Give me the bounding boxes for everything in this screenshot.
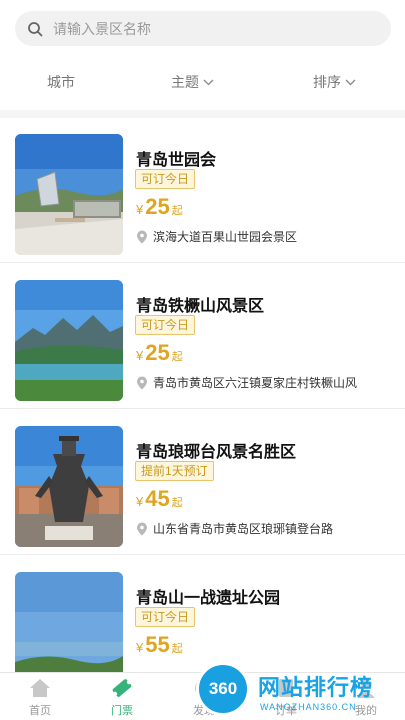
filter-city-label: 城市 xyxy=(47,74,75,90)
currency-symbol: ¥ xyxy=(136,348,144,363)
location-pin-icon xyxy=(137,376,147,389)
list-item[interactable]: 青岛铁橛山风景区 可订今日 ¥ 25 起 青岛市黄岛区六汪镇夏家庄村铁橛山风 xyxy=(0,264,405,409)
tab-tickets-label: 门票 xyxy=(111,705,133,717)
price: ¥ 55 起 xyxy=(136,632,183,658)
price-value: 25 xyxy=(145,340,170,365)
price: ¥ 25 起 xyxy=(136,194,183,220)
currency-symbol: ¥ xyxy=(136,202,144,217)
currency-symbol: ¥ xyxy=(136,494,144,509)
chevron-down-icon xyxy=(345,79,356,85)
address-text: 滨海大道百果山世园会景区 xyxy=(153,230,298,244)
watermark-logo: 360 xyxy=(196,662,250,716)
spot-title: 青岛世园会 xyxy=(136,152,217,169)
price-unit: 起 xyxy=(171,351,183,363)
search-icon xyxy=(28,21,43,36)
site-watermark: 360 网站排行榜 WANGZHAN360.CN xyxy=(196,658,405,720)
search-bar[interactable] xyxy=(15,11,391,46)
ticket-icon xyxy=(112,679,132,697)
list-item[interactable]: 青岛世园会 可订今日 ¥ 25 起 滨海大道百果山世园会景区 xyxy=(0,118,405,263)
tab-home[interactable]: 首页 xyxy=(10,677,70,718)
tab-home-label: 首页 xyxy=(29,705,51,717)
spot-image xyxy=(15,134,123,255)
filter-theme[interactable]: 主题 xyxy=(171,72,214,92)
price-unit: 起 xyxy=(171,205,183,217)
tab-tickets[interactable]: 门票 xyxy=(92,677,152,718)
filter-sort-label: 排序 xyxy=(313,74,341,90)
price-unit: 起 xyxy=(171,497,183,509)
booking-tag: 提前1天预订 xyxy=(135,461,214,481)
spot-image xyxy=(15,280,123,401)
spot-title: 青岛琅琊台风景名胜区 xyxy=(136,444,297,461)
divider xyxy=(0,408,405,409)
location-pin-icon xyxy=(137,230,147,243)
booking-tag: 可订今日 xyxy=(135,315,196,335)
price: ¥ 25 起 xyxy=(136,340,183,366)
address: 青岛市黄岛区六汪镇夏家庄村铁橛山风 xyxy=(136,374,357,391)
filter-city[interactable]: 城市 xyxy=(47,72,75,92)
booking-tag: 可订今日 xyxy=(135,607,196,627)
location-pin-icon xyxy=(137,522,147,535)
watermark-text: 网站排行榜 xyxy=(258,675,374,700)
address-text: 青岛市黄岛区六汪镇夏家庄村铁橛山风 xyxy=(153,376,358,390)
price-value: 55 xyxy=(145,632,170,657)
list-item[interactable]: 青岛琅琊台风景名胜区 提前1天预订 ¥ 45 起 山东省青岛市黄岛区琅琊镇登台路 xyxy=(0,410,405,555)
filter-bar: 城市 主题 排序 xyxy=(0,64,405,98)
spot-title: 青岛铁橛山风景区 xyxy=(136,298,265,315)
price: ¥ 45 起 xyxy=(136,486,183,512)
price-unit: 起 xyxy=(171,643,183,655)
divider xyxy=(0,262,405,263)
divider xyxy=(0,554,405,555)
watermark-subtext: WANGZHAN360.CN xyxy=(260,702,357,712)
home-icon xyxy=(30,679,50,697)
address: 山东省青岛市黄岛区琅琊镇登台路 xyxy=(136,520,333,537)
chevron-down-icon xyxy=(203,79,214,85)
search-input[interactable] xyxy=(53,20,353,37)
spot-title: 青岛山一战遗址公园 xyxy=(136,590,281,607)
booking-tag: 可订今日 xyxy=(135,169,196,189)
section-divider xyxy=(0,110,405,118)
address: 滨海大道百果山世园会景区 xyxy=(136,228,297,245)
spot-image xyxy=(15,426,123,547)
currency-symbol: ¥ xyxy=(136,640,144,655)
address-text: 山东省青岛市黄岛区琅琊镇登台路 xyxy=(153,522,334,536)
price-value: 25 xyxy=(145,194,170,219)
price-value: 45 xyxy=(145,486,170,511)
filter-sort[interactable]: 排序 xyxy=(313,72,356,92)
filter-theme-label: 主题 xyxy=(171,74,199,90)
